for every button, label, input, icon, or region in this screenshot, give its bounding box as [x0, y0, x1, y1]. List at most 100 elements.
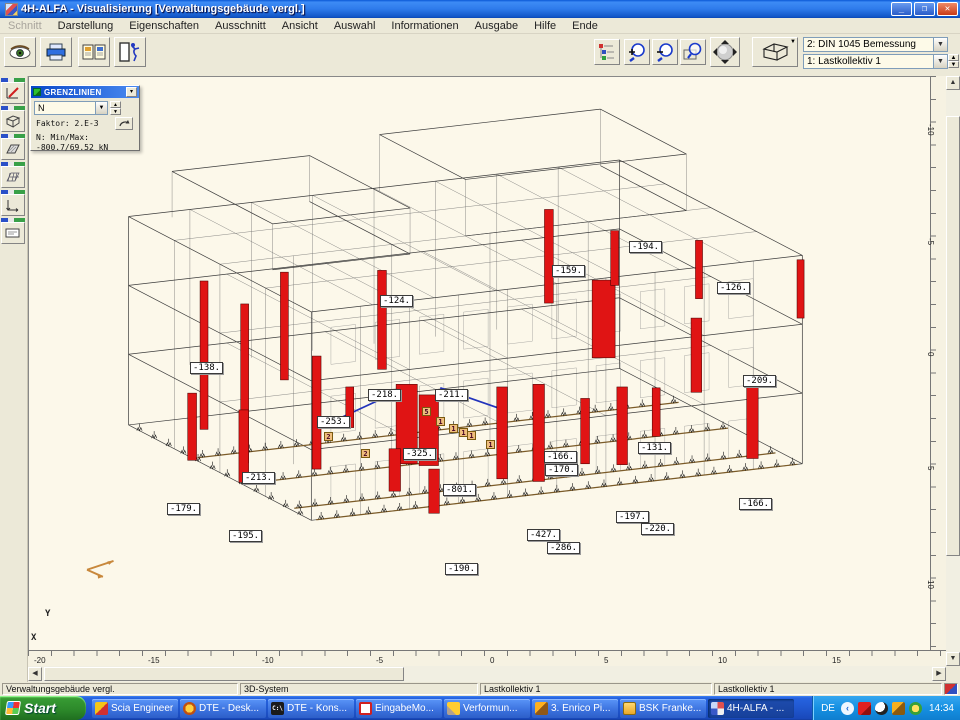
pen-axes-icon — [5, 85, 21, 101]
menu-item-auswahl[interactable]: Auswahl — [326, 19, 384, 33]
dimension-button[interactable] — [1, 194, 25, 216]
view-3d-button[interactable]: ▼ — [752, 37, 798, 67]
menu-item-ende[interactable]: Ende — [564, 19, 606, 33]
model-canvas[interactable]: -194.-159.-126.-124.-138.-218.-211.-253.… — [28, 76, 930, 650]
taskbar-task-eingabemo[interactable]: EingabeMo... — [356, 699, 442, 718]
solid-view-button[interactable] — [1, 110, 25, 132]
taskbar-task-scia-engineer[interactable]: Scia Engineer — [92, 699, 178, 718]
force-diagram-bar — [581, 398, 590, 463]
force-value-label: -124. — [380, 295, 413, 307]
panel-collapse-button[interactable]: ▾ — [126, 87, 137, 97]
ruler-tick: -5 — [376, 656, 383, 665]
tree-select-button[interactable] — [594, 39, 620, 65]
status-cell: 3D-System — [240, 683, 478, 695]
chevron-down-icon: ▼ — [933, 55, 947, 68]
menu-item-ausgabe[interactable]: Ausgabe — [467, 19, 526, 33]
left-tool-column — [0, 76, 28, 682]
force-diagram-bar — [188, 393, 197, 460]
panel-title-bar[interactable]: GRENZLINIEN ▾ — [31, 86, 139, 98]
taskbar-task-bsk-franke[interactable]: BSK Franke... — [620, 699, 706, 718]
taskbar-task-3-enrico-pi[interactable]: 3. Enrico Pi... — [532, 699, 618, 718]
force-diagram-bar — [611, 231, 619, 286]
minimize-button[interactable]: _ — [891, 2, 912, 16]
force-diagram-bar — [691, 318, 702, 392]
mesh-view-button[interactable] — [1, 166, 25, 188]
load-collective-spinner[interactable]: ▲▼ — [948, 54, 959, 68]
force-value-label: -195. — [229, 530, 262, 542]
task-label: Verformun... — [463, 703, 517, 714]
tray-brush-icon[interactable] — [892, 702, 905, 715]
title-bar[interactable]: 4H-ALFA - Visualisierung [Verwaltungsgeb… — [0, 0, 960, 18]
scroll-left-button[interactable]: ◀ — [28, 667, 42, 681]
zoom-in-button[interactable] — [624, 39, 650, 65]
system-tray: DE ‹ 14:34 — [812, 696, 960, 720]
menu-bar: SchnittDarstellungEigenschaftenAusschnit… — [0, 18, 960, 34]
force-value-label: -159. — [552, 265, 585, 277]
task-label: DTE - Desk... — [199, 703, 259, 714]
panel-title: GRENZLINIEN — [44, 88, 126, 97]
menu-item-ausschnitt[interactable]: Ausschnitt — [207, 19, 274, 33]
taskbar-task-4h-alfa[interactable]: 4H-ALFA - ... — [708, 699, 794, 718]
taskbar-task-dte-desk[interactable]: DTE - Desk... — [180, 699, 266, 718]
pan-button[interactable] — [710, 37, 740, 67]
menu-item-eigenschaften[interactable]: Eigenschaften — [121, 19, 207, 33]
result-type-combo[interactable]: N ▼ — [34, 101, 108, 115]
zoom-out-button[interactable] — [652, 39, 678, 65]
menu-item-informationen[interactable]: Informationen — [383, 19, 466, 33]
vertical-scroll-thumb[interactable] — [946, 116, 960, 556]
ruler-tick: 5 — [926, 466, 935, 470]
menu-item-darstellung[interactable]: Darstellung — [50, 19, 122, 33]
scroll-down-button[interactable]: ▼ — [946, 652, 960, 666]
console-icon: C:\ — [271, 702, 284, 715]
label-button[interactable] — [1, 222, 25, 244]
start-button[interactable]: Start — [0, 696, 86, 720]
status-cell: Lastkollektiv 1 — [714, 683, 942, 695]
dte-desk-icon — [183, 702, 196, 715]
taskbar-task-dte-kons[interactable]: C:\DTE - Kons... — [268, 699, 354, 718]
horizontal-scrollbar[interactable]: ◀ ▶ — [28, 666, 946, 682]
force-value-label: -166. — [544, 451, 577, 463]
horizontal-scroll-thumb[interactable] — [44, 667, 404, 681]
exit-button[interactable] — [114, 37, 146, 67]
zoom-window-button[interactable] — [680, 39, 706, 65]
minmax-label: N: Min/Max: — [36, 133, 139, 142]
surface-view-button[interactable] — [1, 138, 25, 160]
close-button[interactable]: ✕ — [937, 2, 958, 16]
force-value-label: -170. — [545, 464, 578, 476]
chevron-down-icon: ▼ — [95, 102, 107, 114]
grenzlinien-panel[interactable]: GRENZLINIEN ▾ N ▼ ▲▼ Faktor: 2.E-3 — [30, 85, 140, 151]
node-tag: 5 — [422, 407, 431, 416]
force-diagram-bar — [544, 209, 553, 303]
menu-item-ansicht[interactable]: Ansicht — [274, 19, 326, 33]
design-code-combo[interactable]: 2: DIN 1045 Bemessung ▼ — [803, 37, 948, 52]
ruler-tick: 15 — [832, 656, 841, 665]
refresh-factor-button[interactable] — [115, 117, 133, 130]
task-label: 3. Enrico Pi... — [551, 703, 610, 714]
scroll-up-button[interactable]: ▲ — [946, 76, 960, 90]
tray-app-icon-red[interactable] — [858, 702, 871, 715]
status-cell: Lastkollektiv 1 — [480, 683, 712, 695]
printer-icon — [45, 43, 67, 61]
tray-badge-icon[interactable] — [909, 702, 922, 715]
help-manual-button[interactable] — [78, 37, 110, 67]
force-value-label: -138. — [190, 362, 223, 374]
view-eye-button[interactable] — [4, 37, 36, 67]
menu-item-schnitt: Schnitt — [0, 19, 50, 33]
tray-collapse-icon[interactable]: ‹ — [841, 702, 854, 715]
chevron-down-icon: ▼ — [790, 39, 796, 45]
ruler-tick: -10 — [926, 124, 935, 136]
restore-button[interactable]: ❐ — [914, 2, 935, 16]
task-label: EingabeMo... — [375, 703, 434, 714]
eingabe-icon — [359, 702, 372, 715]
language-indicator[interactable]: DE — [821, 703, 835, 714]
load-collective-combo[interactable]: 1: Lastkollektiv 1 ▼ — [803, 54, 948, 69]
print-button[interactable] — [40, 37, 72, 67]
tray-panda-icon[interactable] — [875, 702, 888, 715]
menu-item-hilfe[interactable]: Hilfe — [526, 19, 564, 33]
taskbar-task-verformun[interactable]: Verformun... — [444, 699, 530, 718]
result-type-spinner[interactable]: ▲▼ — [110, 101, 121, 115]
vertical-scrollbar[interactable]: ▲ ▼ — [946, 76, 960, 666]
window-title: 4H-ALFA - Visualisierung [Verwaltungsgeb… — [21, 3, 305, 15]
scroll-right-button[interactable]: ▶ — [932, 667, 946, 681]
edit-axes-button[interactable] — [1, 82, 25, 104]
